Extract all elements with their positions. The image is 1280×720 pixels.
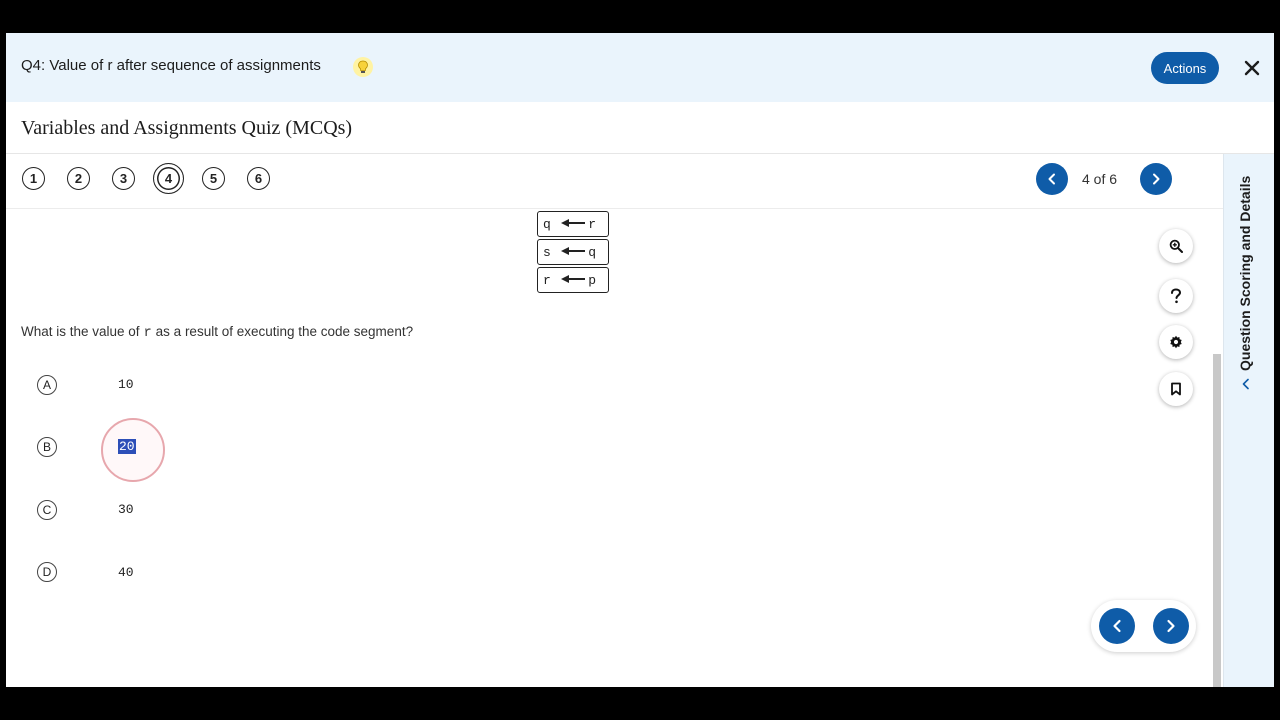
chevron-left-icon <box>1048 173 1055 185</box>
bookmark-icon <box>1171 382 1181 396</box>
question-code: r <box>143 326 152 341</box>
settings-icon <box>1170 335 1182 349</box>
help-button[interactable] <box>1159 279 1193 313</box>
close-icon[interactable] <box>1239 55 1265 81</box>
question-title: Q4: Value of r after sequence of assignm… <box>21 57 321 74</box>
zoom-in-button[interactable] <box>1159 229 1193 263</box>
page-counter: 4 of 6 <box>1082 171 1118 187</box>
option-d-radio[interactable]: D <box>37 562 57 582</box>
help-icon <box>1171 288 1182 304</box>
option-c-radio[interactable]: C <box>37 500 57 520</box>
option-a-radio[interactable]: A <box>37 375 57 395</box>
divider <box>6 208 1223 209</box>
option-b-value[interactable]: 20 <box>118 439 136 454</box>
previous-button[interactable] <box>1099 608 1135 644</box>
chevron-right-icon <box>1153 173 1160 185</box>
code-line: s q <box>537 239 609 265</box>
question-text: What is the value of r as a result of exec… <box>21 324 413 341</box>
code-source: r <box>588 217 596 232</box>
code-source: q <box>588 245 596 260</box>
settings-button[interactable] <box>1159 325 1193 359</box>
bottom-navigation <box>1091 600 1196 652</box>
code-target: s <box>543 245 551 260</box>
side-panel-label: Question Scoring and Details <box>1237 175 1253 371</box>
question-header: Q4: Value of r after sequence of assignm… <box>6 33 1274 102</box>
code-line: r p <box>537 267 609 293</box>
question-navigator: 1 2 3 4 5 6 4 of 6 <box>6 154 1223 209</box>
question-suffix: as a result of executing the code segmen… <box>155 324 414 339</box>
next-button[interactable] <box>1153 608 1189 644</box>
lightbulb-icon[interactable] <box>353 57 373 77</box>
question-number-2[interactable]: 2 <box>67 167 90 190</box>
question-number-1[interactable]: 1 <box>22 167 45 190</box>
quiz-window: Q4: Value of r after sequence of assignm… <box>6 33 1274 687</box>
zoom-in-icon <box>1169 239 1183 253</box>
assign-arrow-icon <box>561 247 585 255</box>
question-prefix: What is the value of <box>21 324 140 339</box>
actions-button[interactable]: Actions <box>1151 52 1219 84</box>
question-scoring-panel[interactable]: Question Scoring and Details <box>1223 154 1274 687</box>
scrollbar-thumb[interactable] <box>1213 354 1221 687</box>
chevron-left-icon[interactable] <box>1241 377 1251 395</box>
option-c-value[interactable]: 30 <box>118 502 134 517</box>
question-number-3[interactable]: 3 <box>112 167 135 190</box>
option-d-value[interactable]: 40 <box>118 565 134 580</box>
chevron-left-icon <box>1113 619 1121 633</box>
previous-question-button[interactable] <box>1036 163 1068 195</box>
code-target: q <box>543 217 551 232</box>
option-a-value[interactable]: 10 <box>118 377 134 392</box>
option-b-radio[interactable]: B <box>37 437 57 457</box>
question-number-5[interactable]: 5 <box>202 167 225 190</box>
code-source: p <box>588 273 596 288</box>
code-target: r <box>543 273 551 288</box>
question-number-4-current[interactable]: 4 <box>153 163 184 194</box>
next-question-button[interactable] <box>1140 163 1172 195</box>
assign-arrow-icon <box>561 275 585 283</box>
code-line: q r <box>537 211 609 237</box>
chevron-right-icon <box>1167 619 1175 633</box>
assign-arrow-icon <box>561 219 585 227</box>
question-number-6[interactable]: 6 <box>247 167 270 190</box>
quiz-title: Variables and Assignments Quiz (MCQs) <box>21 117 353 139</box>
bookmark-button[interactable] <box>1159 372 1193 406</box>
